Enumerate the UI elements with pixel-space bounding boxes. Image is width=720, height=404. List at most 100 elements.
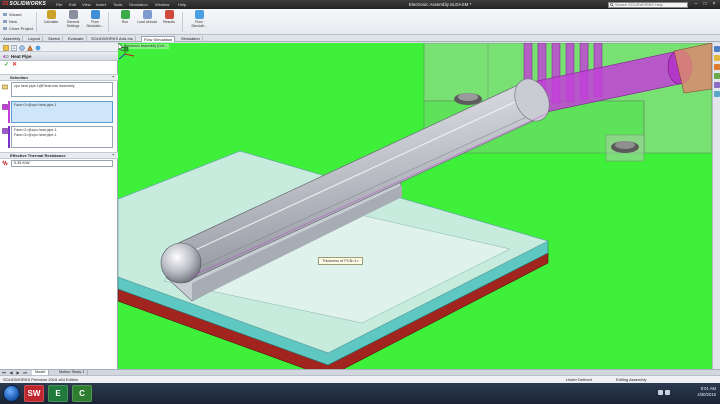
toolbar-separator	[36, 12, 37, 32]
menu-insert[interactable]: Insert	[96, 2, 106, 7]
faces-list-2[interactable]: Face<2>@cpu heat pipe-1 Face<3>@cpu heat…	[11, 126, 113, 148]
heat-pipe-icon	[3, 55, 9, 58]
command-tabs: Assembly Layout Sketch Evaluate SOLIDWOR…	[0, 35, 720, 42]
clock[interactable]: 9:01 AM 4/30/2015	[676, 386, 716, 398]
general-settings-button[interactable]: General Settings	[62, 10, 84, 34]
results-icon	[164, 10, 174, 19]
calculate-button[interactable]: Calculate	[40, 10, 62, 34]
load-results-button[interactable]: Load Unload	[136, 10, 158, 34]
minimize-button[interactable]: –	[692, 1, 700, 8]
menu-help[interactable]: Help	[178, 2, 186, 7]
menu-window[interactable]: Window	[155, 2, 169, 7]
flow-sim-options-icon	[194, 10, 204, 19]
camtasia-taskbar-icon[interactable]: C	[72, 385, 92, 402]
network-icon[interactable]	[665, 390, 670, 395]
tab-assembly[interactable]: Assembly	[1, 35, 24, 42]
manager-tabs	[0, 43, 118, 52]
graphics-area[interactable]: Electronic Assembly (Def... Thickness of…	[118, 43, 712, 369]
command-manager: Wizard New Clone Project Calculate Genera…	[0, 9, 720, 35]
button-label: Run	[121, 20, 129, 24]
tab-evaluate[interactable]: Evaluate	[66, 35, 87, 42]
property-manager: Heat Pipe ✓ ✕ Selection ⌃ cpu heat pipe-1…	[0, 43, 118, 369]
new-button[interactable]: New	[3, 19, 17, 24]
property-manager-title: Heat Pipe	[11, 54, 32, 59]
calculate-icon	[46, 10, 56, 19]
feature-tree-icon[interactable]	[3, 44, 9, 51]
button-label: Flow Simulatio...	[86, 20, 104, 28]
property-manager-actions: ✓ ✕	[0, 61, 118, 69]
edition-label: SOLIDWORKS Premium 2015 x64 Edition	[3, 377, 79, 382]
tab-layout[interactable]: Layout	[26, 35, 44, 42]
excel-taskbar-icon[interactable]: E	[48, 385, 68, 402]
button-label: General Settings	[66, 20, 80, 28]
button-label: Results	[163, 20, 175, 24]
close-button[interactable]: ×	[710, 1, 718, 8]
status-bar: SOLIDWORKS Premium 2015 x64 Edition Unde…	[0, 375, 720, 383]
design-library-icon[interactable]	[714, 55, 720, 61]
ok-icon[interactable]: ✓	[4, 62, 10, 68]
clone-project-button[interactable]: Clone Project	[3, 26, 33, 31]
configuration-manager-icon[interactable]	[19, 44, 25, 51]
property-manager-header: Heat Pipe	[0, 52, 118, 61]
results-button[interactable]: Results	[158, 10, 180, 34]
volume-icon[interactable]	[658, 390, 663, 395]
cancel-icon[interactable]: ✕	[12, 62, 18, 68]
collapse-chevron-icon: ⌃	[111, 75, 115, 80]
custom-properties-icon[interactable]	[714, 91, 720, 97]
os-taskbar: SW E C 9:01 AM 4/30/2015	[0, 383, 720, 404]
tab-simulation[interactable]: Simulation	[179, 35, 203, 42]
component-icon	[2, 84, 8, 90]
selection-section-header[interactable]: Selection ⌃	[0, 74, 118, 81]
button-label: Load Unload	[137, 20, 157, 24]
component-list[interactable]: cpu heat pipe-1@Electronic Assembly	[11, 82, 113, 97]
maximize-button[interactable]: □	[701, 1, 709, 8]
toolbar-separator	[108, 12, 109, 32]
title-bar: 3SSOLIDWORKS File Edit View Insert Tools…	[0, 0, 720, 9]
tab-flow-simulation[interactable]: Flow Simulation	[141, 35, 176, 42]
button-label: Flow Simulati...	[191, 20, 207, 28]
document-title: Electronic Assembly.SLDASM *	[408, 2, 472, 7]
task-pane	[712, 43, 720, 369]
menu-file[interactable]: File	[56, 2, 62, 7]
thermal-resistance-input[interactable]: 0.35 K/W	[11, 160, 113, 167]
flow-sim-options-button[interactable]: Flow Simulati...	[188, 10, 210, 34]
definition-status: Under Defined	[566, 377, 592, 382]
tooltip: Thickness of PCB<1>	[318, 257, 363, 265]
menu-simulation[interactable]: Simulation	[129, 2, 148, 7]
flow-simulation-button[interactable]: Flow Simulatio...	[84, 10, 106, 34]
view-palette-icon[interactable]	[714, 73, 720, 79]
start-button[interactable]	[3, 385, 20, 402]
face-group-2-color	[8, 126, 10, 148]
model-scene[interactable]	[118, 43, 712, 369]
display-manager-icon[interactable]	[27, 44, 33, 51]
solidworks-window: 3SSOLIDWORKS File Edit View Insert Tools…	[0, 0, 720, 404]
tab-addins[interactable]: SOLIDWORKS Add-Ins	[89, 35, 136, 42]
menu-tools[interactable]: Tools	[113, 2, 122, 7]
tab-sketch[interactable]: Sketch	[46, 35, 64, 42]
run-icon	[120, 10, 130, 19]
run-button[interactable]: Run	[114, 10, 136, 34]
solidworks-taskbar-icon[interactable]: SW	[24, 385, 44, 402]
faces-list-1[interactable]: Face<1>@cpu heat pipe-1	[11, 101, 113, 123]
editing-mode-status: Editing Assembly	[616, 377, 647, 382]
face-group-1-color	[8, 101, 10, 123]
search-input[interactable]: Search SOLIDWORKS Help	[608, 1, 688, 8]
toolbar-separator	[182, 12, 183, 32]
property-manager-icon[interactable]	[11, 44, 17, 51]
flow-analysis-tree-icon[interactable]	[35, 45, 41, 51]
menu-view[interactable]: View	[82, 2, 91, 7]
load-results-icon	[142, 10, 152, 19]
button-label: Calculate	[43, 20, 59, 24]
thermal-resistance-header[interactable]: Effective Thermal Resistance ⌃	[0, 152, 118, 159]
reference-triad-icon	[118, 45, 135, 60]
search-icon	[610, 2, 614, 7]
app-logo[interactable]: 3SSOLIDWORKS	[2, 1, 46, 8]
wizard-button[interactable]: Wizard	[3, 12, 21, 17]
general-settings-icon	[68, 10, 78, 19]
resistance-icon	[2, 160, 8, 166]
menu-edit[interactable]: Edit	[69, 2, 76, 7]
file-explorer-icon[interactable]	[714, 64, 720, 70]
resources-icon[interactable]	[714, 46, 720, 52]
appearances-icon[interactable]	[714, 82, 720, 88]
flow-simulation-icon	[90, 10, 100, 19]
